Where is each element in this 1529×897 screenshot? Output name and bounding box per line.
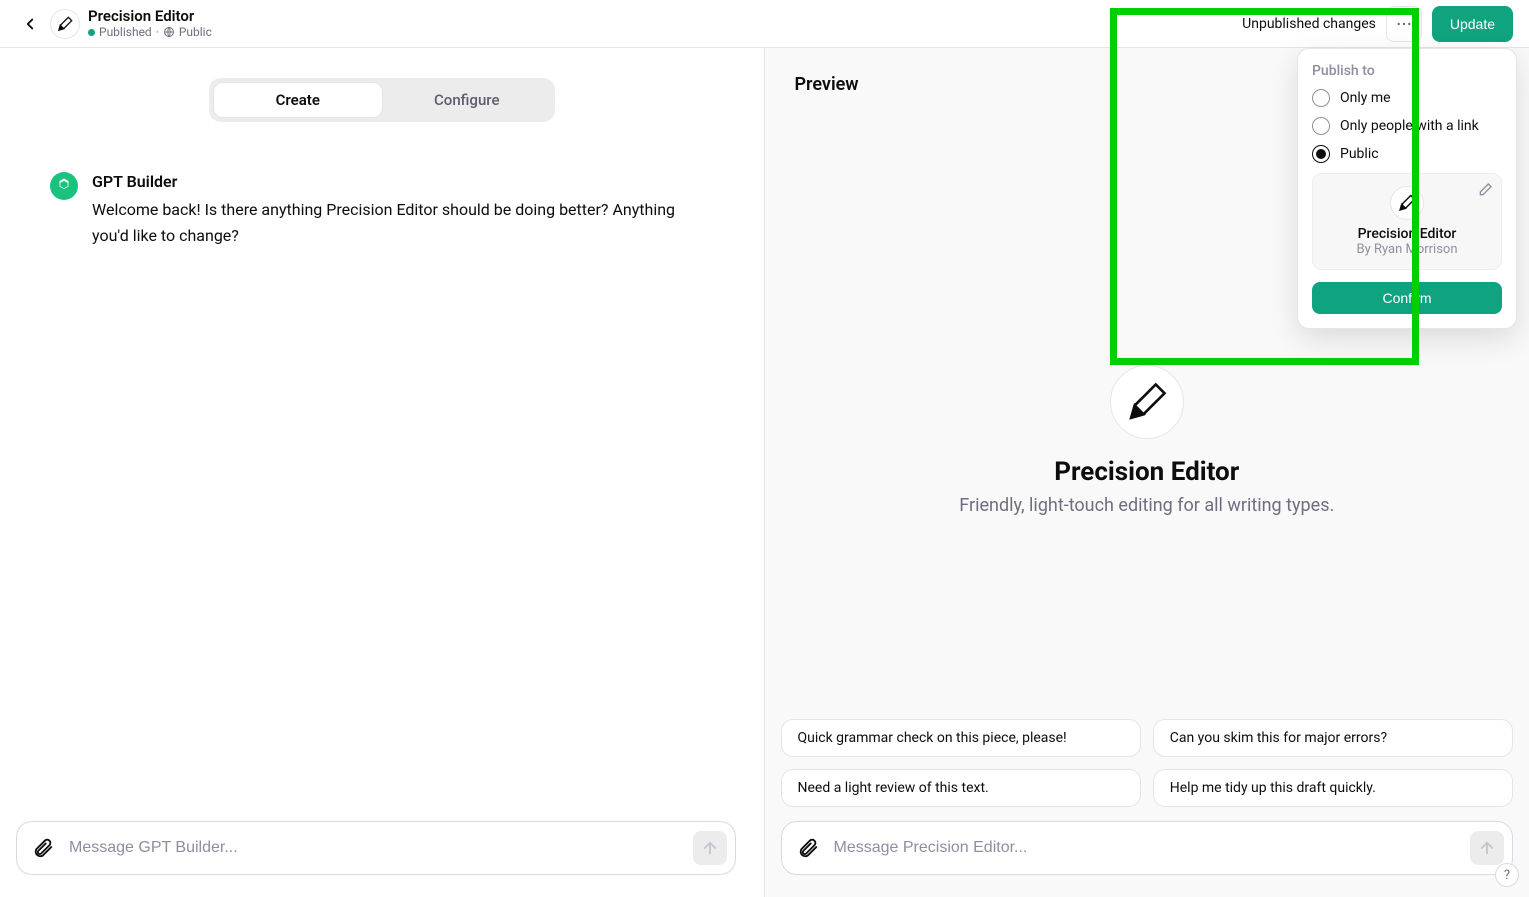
radio-icon (1312, 89, 1330, 107)
prompt-chip[interactable]: Need a light review of this text. (781, 769, 1141, 807)
pen-icon (1126, 381, 1168, 423)
status-text: Published (99, 26, 152, 39)
pencil-icon (1477, 182, 1493, 198)
unpublished-changes-label: Unpublished changes (1242, 16, 1376, 32)
publish-option-label: Public (1340, 146, 1379, 162)
publish-popover: Publish to Only me Only people with a li… (1297, 48, 1517, 329)
prompt-chip[interactable]: Can you skim this for major errors? (1153, 719, 1513, 757)
more-options-button[interactable] (1386, 6, 1422, 42)
builder-message-content: GPT Builder Welcome back! Is there anyth… (92, 172, 714, 248)
left-pane: Create Configure GPT Builder Welcome bac… (0, 48, 765, 897)
radio-selected-icon (1312, 145, 1330, 163)
builder-input[interactable] (59, 839, 693, 857)
confirm-button[interactable]: Confirm (1312, 282, 1502, 314)
publish-option-link[interactable]: Only people with a link (1312, 117, 1502, 135)
builder-message-row: GPT Builder Welcome back! Is there anyth… (50, 172, 714, 248)
prompt-chip[interactable]: Help me tidy up this draft quickly. (1153, 769, 1513, 807)
publish-option-label: Only me (1340, 90, 1391, 106)
prompt-suggestions-grid: Quick grammar check on this piece, pleas… (781, 719, 1514, 807)
card-byline: By Ryan Morrison (1356, 242, 1457, 257)
tab-configure[interactable]: Configure (383, 82, 551, 118)
builder-input-bar (16, 821, 736, 875)
help-button[interactable]: ? (1495, 863, 1519, 887)
preview-avatar (1110, 365, 1184, 439)
paperclip-icon (32, 837, 54, 859)
paperclip-icon (797, 837, 819, 859)
preview-input[interactable] (824, 839, 1471, 857)
builder-avatar (50, 172, 78, 200)
publish-option-label: Only people with a link (1340, 118, 1479, 134)
tab-create[interactable]: Create (213, 82, 383, 118)
preview-attach-button[interactable] (792, 832, 824, 864)
back-button[interactable] (16, 10, 44, 38)
publish-option-only-me[interactable]: Only me (1312, 89, 1502, 107)
builder-message-text: Welcome back! Is there anything Precisio… (92, 197, 714, 248)
publish-heading: Publish to (1312, 63, 1502, 79)
globe-icon (163, 26, 175, 38)
arrow-up-icon (1478, 839, 1496, 857)
pen-icon (1398, 194, 1416, 212)
header-subtitle: Published · Public (88, 26, 212, 39)
publish-option-public[interactable]: Public (1312, 145, 1502, 163)
arrow-up-icon (701, 839, 719, 857)
header-title-block: Precision Editor Published · Public (88, 8, 212, 39)
gpt-avatar (50, 9, 80, 39)
builder-chat: GPT Builder Welcome back! Is there anyth… (0, 132, 764, 897)
status-dot-icon (88, 29, 95, 36)
header-bar: Precision Editor Published · Public Unpu… (0, 0, 1529, 48)
card-avatar (1390, 186, 1424, 220)
radio-icon (1312, 117, 1330, 135)
separator-dot: · (156, 26, 159, 39)
edit-card-button[interactable] (1477, 182, 1493, 198)
tabs: Create Configure (209, 78, 555, 122)
preview-input-bar (781, 821, 1514, 875)
update-button[interactable]: Update (1432, 6, 1513, 42)
visibility-text: Public (179, 26, 212, 39)
pen-icon (57, 16, 73, 32)
openai-icon (55, 177, 73, 195)
preview-description: Friendly, light-touch editing for all wr… (959, 495, 1334, 516)
card-title: Precision Editor (1358, 226, 1457, 242)
attach-button[interactable] (27, 832, 59, 864)
tabs-container: Create Configure (0, 48, 764, 132)
prompt-chip[interactable]: Quick grammar check on this piece, pleas… (781, 719, 1141, 757)
chevron-left-icon (21, 15, 39, 33)
preview-send-button[interactable] (1470, 831, 1504, 865)
builder-name: GPT Builder (92, 172, 714, 191)
ellipsis-icon (1395, 15, 1413, 33)
header-title: Precision Editor (88, 8, 212, 25)
builder-send-button[interactable] (693, 831, 727, 865)
publish-preview-card: Precision Editor By Ryan Morrison (1312, 173, 1502, 270)
preview-title: Precision Editor (1054, 457, 1239, 487)
